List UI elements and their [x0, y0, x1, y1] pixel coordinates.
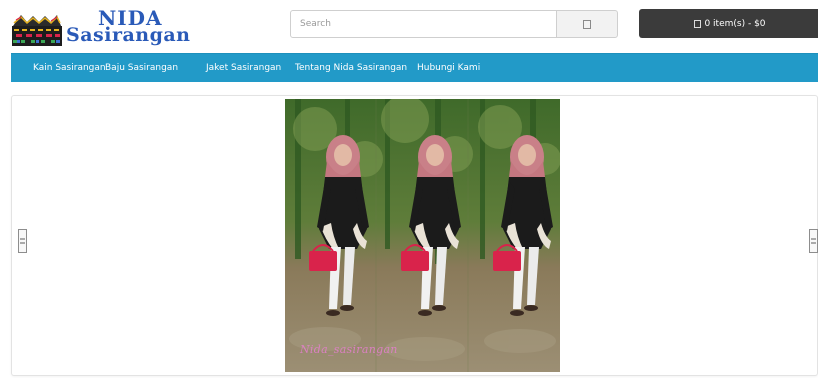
search-bar — [290, 10, 618, 38]
search-input[interactable] — [290, 10, 557, 38]
chevron-left-icon[interactable] — [18, 229, 27, 253]
product-photo[interactable] — [285, 99, 560, 372]
sasirangan-cloth-logo-icon — [12, 15, 62, 46]
main-navigation: Kain Sasirangan Baju Sasirangan Jaket Sa… — [11, 53, 818, 82]
search-button[interactable] — [556, 10, 618, 38]
nav-item-jaket-sasirangan[interactable]: Jaket Sasirangan — [206, 63, 281, 74]
nav-item-baju-sasirangan[interactable]: Baju Sasirangan — [105, 63, 178, 74]
nav-item-tentang[interactable]: Tentang Nida Sasirangan — [295, 63, 407, 74]
nav-item-kain-sasirangan[interactable]: Kain Sasirangan — [33, 63, 106, 74]
logo[interactable]: NIDA Sasirangan — [11, 8, 201, 46]
search-icon — [583, 19, 591, 29]
cart-icon — [694, 19, 702, 28]
cart-label: 0 item(s) - $0 — [704, 18, 766, 29]
photo-watermark: Nida_sasirangan — [300, 343, 398, 356]
logo-subtitle: Sasirangan — [66, 24, 191, 46]
chevron-right-icon[interactable] — [809, 229, 818, 253]
nav-item-hubungi-kami[interactable]: Hubungi Kami — [417, 63, 480, 74]
cart-button[interactable]: 0 item(s) - $0 — [639, 9, 818, 38]
